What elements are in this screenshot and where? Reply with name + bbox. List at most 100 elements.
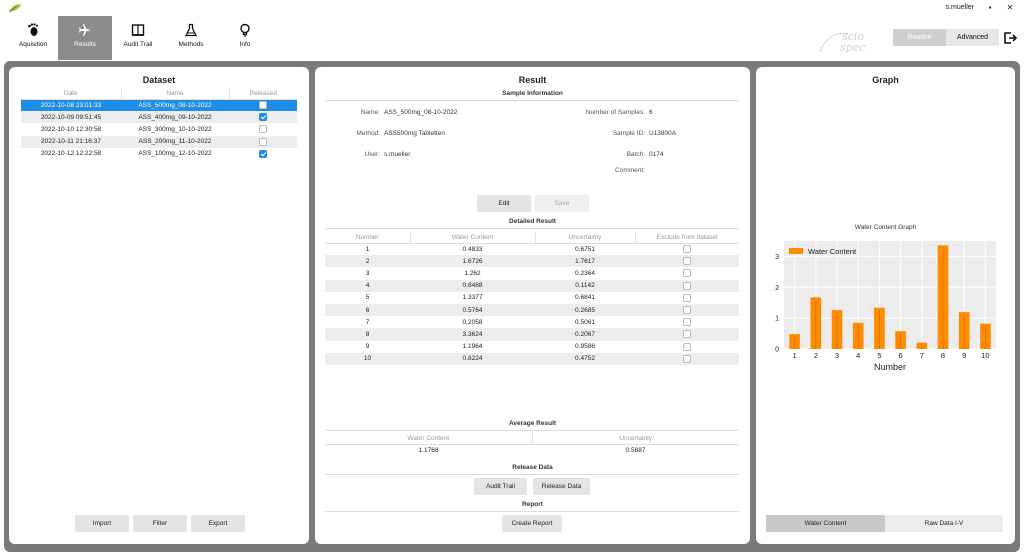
column-header[interactable]: Exclude from dataset — [635, 232, 739, 244]
nav-audit-trail[interactable]: Audit Trail — [111, 16, 165, 60]
table-row: 3 1.262 0.2364 — [325, 267, 739, 279]
divider — [325, 228, 739, 229]
row-water-content: 0.4833 — [462, 245, 483, 253]
chart-title: Water Content Graph — [854, 224, 917, 231]
row-name: ASS_400mg_09-10-2022 — [121, 111, 229, 124]
nav-info[interactable]: Info — [218, 16, 272, 60]
table-row[interactable]: 2022-10-10 12:30:58 ASS_300mg_10-10-2022 — [21, 123, 297, 135]
row-name: ASS_100mg_12-10-2022 — [138, 150, 212, 158]
release-data-button[interactable]: Release Data — [533, 478, 590, 495]
row-water-content: 1.6726 — [410, 255, 535, 268]
nav-label: Info — [239, 41, 251, 48]
row-number: 1 — [365, 245, 370, 253]
row-number: 8 — [325, 328, 410, 341]
nav-label: Results — [74, 41, 96, 48]
table-row: 1 0.4833 0.6751 — [325, 243, 739, 255]
row-uncertainty: 0.2685 — [535, 303, 635, 317]
flask-icon — [164, 16, 218, 38]
x-tick-label: 3 — [835, 351, 839, 360]
exclude-checkbox[interactable] — [683, 306, 691, 315]
exclude-checkbox[interactable] — [683, 245, 691, 254]
table-row[interactable]: 2022-10-08 23:01:33 ASS_500mg_08-10-2022 — [21, 99, 297, 112]
x-tick-label: 1 — [793, 351, 797, 360]
row-uncertainty: 0.1142 — [535, 279, 635, 292]
import-button[interactable]: Import — [75, 515, 129, 532]
airplane-icon — [58, 16, 112, 38]
report-title: Report — [522, 501, 543, 508]
save-button[interactable]: Save — [535, 195, 589, 212]
logout-icon[interactable] — [1003, 31, 1017, 45]
row-water-content: 0.8224 — [410, 352, 535, 365]
average-uncertainty: 0.5887 — [625, 446, 646, 454]
row-uncertainty: 0.5061 — [575, 318, 595, 326]
x-tick-label: 5 — [877, 351, 881, 360]
row-name: ASS_200mg_11-10-2022 — [121, 135, 229, 148]
exclude-checkbox[interactable] — [683, 293, 691, 302]
released-checkbox[interactable] — [259, 101, 267, 110]
x-tick-label: 7 — [920, 351, 924, 360]
nav-label: Audit Trail — [123, 41, 153, 48]
detailed-result-title: Detailed Result — [509, 218, 556, 225]
graph-title: Graph — [872, 75, 899, 85]
sample-id-value: U13800A — [649, 130, 677, 137]
released-checkbox[interactable] — [259, 137, 267, 146]
x-tick-label: 4 — [856, 351, 860, 360]
x-tick-label: 2 — [814, 351, 818, 360]
row-date: 2022-10-09 09:51:45 — [21, 111, 121, 124]
nav-methods[interactable]: Methods — [164, 16, 218, 60]
divider — [325, 511, 739, 512]
row-water-content: 0.5764 — [410, 303, 535, 317]
exclude-checkbox[interactable] — [683, 330, 691, 339]
table-row: 2 1.6726 1.7617 — [325, 255, 739, 268]
exclude-checkbox[interactable] — [683, 281, 691, 290]
batch-value: 0174 — [649, 151, 664, 158]
row-uncertainty: 0.4752 — [535, 352, 635, 365]
exclude-checkbox[interactable] — [683, 269, 691, 278]
release-data-title: Release Data — [512, 464, 553, 471]
average-water-content: 1.1768 — [418, 446, 439, 454]
routine-mode-button[interactable]: Routine — [893, 29, 946, 46]
create-report-button[interactable]: Create Report — [502, 515, 562, 532]
column-header[interactable]: Water Content — [410, 232, 536, 244]
dataset-table: Date Name Released 2022-10-08 23:01:33 AS… — [21, 88, 297, 160]
x-axis-label: Number — [874, 362, 906, 372]
dataset-title: Dataset — [142, 75, 176, 85]
number-of-samples-value: 6 — [649, 109, 653, 116]
exclude-checkbox[interactable] — [683, 318, 691, 327]
released-checkbox[interactable] — [259, 149, 267, 158]
column-header[interactable]: Uncertainty — [535, 232, 636, 244]
export-button[interactable]: Export — [191, 515, 245, 532]
dataset-panel: Dataset Date Name Released 2022-10-08 23… — [9, 67, 309, 544]
minimize-button[interactable]: ▪ — [983, 2, 997, 14]
nav-aquisition[interactable]: Aquisition — [6, 16, 60, 60]
column-header[interactable]: Name — [121, 88, 230, 100]
exclude-checkbox[interactable] — [683, 342, 691, 351]
table-row[interactable]: 2022-10-11 21:16:37 ASS_200mg_11-10-2022 — [21, 135, 297, 148]
nav-label: Aquisition — [18, 41, 48, 48]
y-tick-label: 3 — [775, 254, 779, 261]
column-header: Water Content — [325, 433, 533, 445]
row-number: 2 — [325, 255, 410, 268]
advanced-mode-button[interactable]: Advanced — [946, 29, 999, 46]
method-label: Method: — [356, 130, 381, 137]
row-uncertainty: 0.2067 — [535, 328, 635, 341]
exclude-checkbox[interactable] — [683, 354, 691, 363]
filter-button[interactable]: Filter — [133, 515, 187, 532]
column-header[interactable]: Released — [229, 88, 297, 100]
user-label: User: — [364, 151, 380, 158]
tab-raw-data[interactable]: Raw Data I-V — [885, 515, 1003, 532]
close-button[interactable]: ✕ — [1003, 2, 1017, 14]
table-row[interactable]: 2022-10-12 12:22:58 ASS_100mg_12-10-2022 — [21, 148, 297, 160]
column-header[interactable]: Date — [21, 88, 122, 100]
released-checkbox[interactable] — [259, 113, 267, 122]
audit-trail-button[interactable]: Audit Trail — [474, 478, 527, 495]
row-uncertainty: 0.6841 — [575, 294, 595, 302]
table-row[interactable]: 2022-10-09 09:51:45 ASS_400mg_09-10-2022 — [21, 111, 297, 124]
column-header[interactable]: Number — [325, 232, 411, 244]
exclude-checkbox[interactable] — [683, 257, 691, 266]
released-checkbox[interactable] — [259, 125, 267, 134]
edit-button[interactable]: Edit — [477, 195, 531, 212]
table-row: 5 1.3377 0.6841 — [325, 292, 739, 304]
nav-results[interactable]: Results — [58, 16, 112, 60]
tab-water-content[interactable]: Water Content — [766, 515, 885, 532]
